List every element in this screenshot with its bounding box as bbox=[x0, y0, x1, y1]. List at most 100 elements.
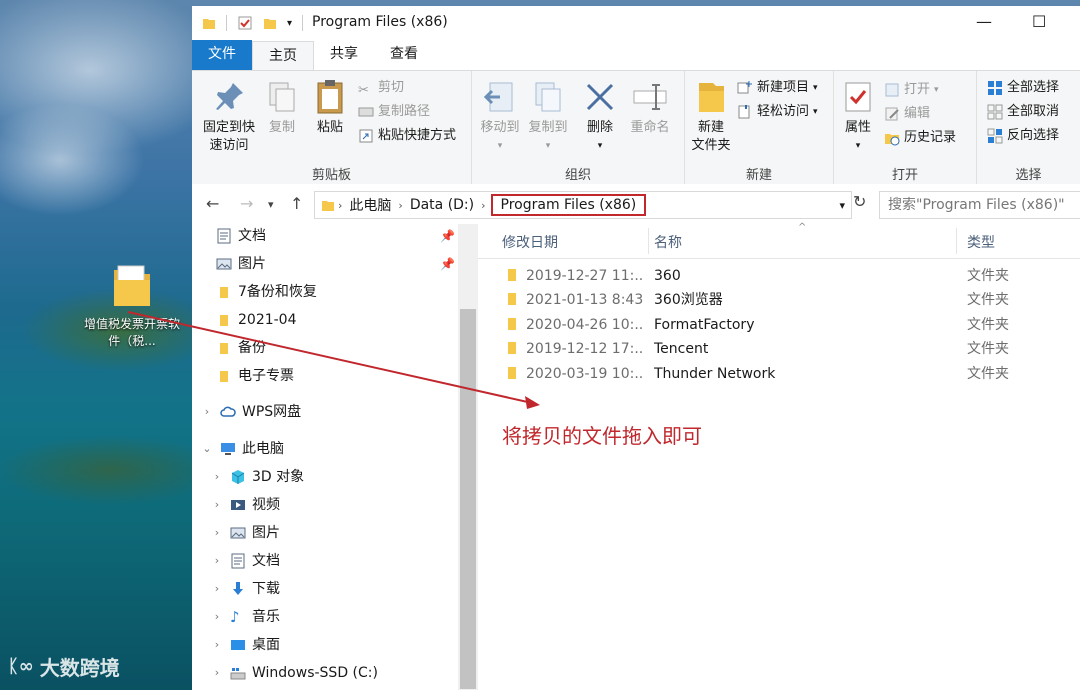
breadcrumb-chevron-icon[interactable]: › bbox=[338, 199, 342, 212]
pin-icon[interactable]: 📌 bbox=[440, 229, 455, 243]
copy-path-button[interactable]: 复制路径 bbox=[358, 101, 430, 123]
breadcrumb-data-drive[interactable]: Data (D:) bbox=[410, 197, 474, 213]
music-note-icon: ♪ bbox=[230, 608, 240, 626]
column-divider[interactable] bbox=[956, 228, 957, 254]
properties-label: 属性 bbox=[844, 120, 871, 135]
picture-icon bbox=[216, 256, 232, 272]
cloud-icon bbox=[220, 404, 236, 420]
select-all-button[interactable]: 全部选择 bbox=[987, 77, 1059, 99]
paste-button[interactable]: 粘贴 bbox=[308, 77, 352, 137]
tab-home[interactable]: 主页 bbox=[252, 41, 314, 71]
table-row[interactable]: 2020-03-19 10:... Thunder Network 文件夹 bbox=[498, 362, 1080, 386]
recent-locations-chevron-icon[interactable]: ▾ bbox=[268, 198, 274, 211]
cut-button[interactable]: ✂ 剪切 bbox=[358, 77, 404, 99]
nav-item-desktop[interactable]: › 桌面 bbox=[210, 633, 280, 657]
nav-item-e-invoice[interactable]: 电子专票 bbox=[216, 364, 294, 388]
nav-item-music[interactable]: › ♪ 音乐 bbox=[210, 605, 280, 629]
pin-to-quick-access-button[interactable]: 固定到快 速访问 bbox=[198, 77, 260, 155]
table-row[interactable]: 2021-01-13 8:43 360浏览器 文件夹 bbox=[498, 288, 1080, 312]
nav-item-3d-objects[interactable]: › 3D 对象 bbox=[210, 465, 304, 489]
qat-dropdown-icon[interactable]: ▾ bbox=[287, 18, 292, 29]
nav-item-downloads[interactable]: › 下载 bbox=[210, 577, 280, 601]
nav-label: 文档 bbox=[238, 228, 266, 244]
nav-item-windows-ssd[interactable]: › Windows-SSD (C:) bbox=[210, 661, 378, 685]
nav-scrollbar-thumb[interactable] bbox=[460, 309, 476, 689]
expand-chevron-icon[interactable]: › bbox=[210, 577, 224, 601]
tab-view[interactable]: 查看 bbox=[374, 40, 434, 70]
new-folder-button[interactable]: 新建 文件夹 bbox=[689, 77, 733, 155]
expand-chevron-icon[interactable]: › bbox=[210, 493, 224, 517]
column-header-date[interactable]: 修改日期 bbox=[502, 232, 558, 252]
collapse-chevron-icon[interactable]: ⌄ bbox=[200, 437, 214, 461]
maximize-button[interactable]: ☐ bbox=[1032, 12, 1046, 31]
breadcrumb-this-pc[interactable]: 此电脑 bbox=[349, 195, 391, 215]
search-input[interactable]: 搜索"Program Files (x86)" bbox=[879, 191, 1080, 219]
desktop-icon-label: 增值税发票开票软件（税... bbox=[84, 317, 181, 348]
address-bar[interactable]: › 此电脑 › Data (D:) › Program Files (x86) … bbox=[314, 191, 852, 219]
delete-button[interactable]: 删除 ▾ bbox=[580, 77, 620, 155]
breadcrumb-chevron-icon[interactable]: › bbox=[481, 199, 485, 212]
table-row[interactable]: 2019-12-27 11:... 360 文件夹 bbox=[498, 264, 1080, 288]
column-divider[interactable] bbox=[648, 228, 649, 254]
copy-button[interactable]: 复制 bbox=[262, 77, 302, 137]
forward-arrow-icon[interactable]: → bbox=[240, 194, 253, 213]
easy-access-button[interactable]: 轻松访问 ▾ bbox=[737, 101, 818, 123]
nav-item-videos[interactable]: › 视频 bbox=[210, 493, 280, 517]
properties-check-icon[interactable] bbox=[237, 15, 253, 31]
expand-chevron-icon[interactable]: › bbox=[210, 549, 224, 573]
properties-button[interactable]: 属性 ▾ bbox=[838, 77, 878, 155]
divider bbox=[226, 15, 227, 31]
breadcrumb-chevron-icon[interactable]: › bbox=[398, 199, 402, 212]
watermark-text: 大数跨境 bbox=[39, 656, 120, 680]
new-folder-icon[interactable] bbox=[263, 16, 277, 30]
column-header-type[interactable]: 类型 bbox=[967, 232, 995, 252]
paste-shortcut-button[interactable]: 粘贴快捷方式 bbox=[358, 125, 456, 147]
expand-chevron-icon[interactable]: › bbox=[210, 521, 224, 545]
desktop-icon-invoice-software[interactable]: 增值税发票开票软件（税... bbox=[84, 262, 180, 350]
history-button[interactable]: 历史记录 bbox=[884, 127, 956, 149]
file-type: 文件夹 bbox=[967, 341, 1009, 357]
new-item-button[interactable]: 新建项目 ▾ bbox=[737, 77, 818, 99]
computer-icon bbox=[220, 441, 236, 457]
expand-chevron-icon[interactable]: › bbox=[210, 465, 224, 489]
nav-item-2021-04[interactable]: 2021-04 bbox=[216, 308, 297, 332]
rename-button[interactable]: 重命名 bbox=[624, 77, 676, 137]
copy-to-button[interactable]: 复制到 ▾ bbox=[526, 77, 570, 155]
navigation-pane: 文档 📌 图片 📌 7备份和恢复 2021-04 备份 电子专票 › WPS网盘 bbox=[192, 224, 478, 690]
nav-label: 此电脑 bbox=[242, 441, 284, 457]
nav-item-documents[interactable]: 文档 bbox=[216, 224, 266, 248]
edit-button[interactable]: 编辑 bbox=[884, 103, 930, 125]
table-row[interactable]: 2019-12-12 17:... Tencent 文件夹 bbox=[498, 337, 1080, 361]
nav-item-pictures-pc[interactable]: › 图片 bbox=[210, 521, 280, 545]
nav-item-this-pc[interactable]: ⌄ 此电脑 bbox=[200, 437, 284, 461]
address-dropdown-icon[interactable]: ▾ bbox=[839, 199, 845, 212]
move-to-button[interactable]: 移动到 ▾ bbox=[478, 77, 522, 155]
back-arrow-icon[interactable]: ← bbox=[206, 194, 219, 213]
expand-chevron-icon[interactable]: › bbox=[210, 605, 224, 629]
open-label: 打开 bbox=[904, 82, 931, 97]
nav-item-documents-pc[interactable]: › 文档 bbox=[210, 549, 280, 573]
nav-item-backup-restore[interactable]: 7备份和恢复 bbox=[216, 280, 317, 304]
new-folder-icon bbox=[691, 77, 731, 117]
tab-share[interactable]: 共享 bbox=[314, 40, 374, 70]
nav-item-backup[interactable]: 备份 bbox=[216, 336, 266, 360]
open-button[interactable]: 打开 ▾ bbox=[884, 79, 939, 101]
pin-icon[interactable]: 📌 bbox=[440, 257, 455, 271]
select-none-button[interactable]: 全部取消 bbox=[987, 101, 1059, 123]
invert-selection-button[interactable]: 反向选择 bbox=[987, 125, 1059, 147]
nav-item-wps-cloud[interactable]: › WPS网盘 bbox=[200, 400, 301, 424]
up-arrow-icon[interactable]: ↑ bbox=[290, 194, 303, 213]
expand-chevron-icon[interactable]: › bbox=[200, 400, 214, 424]
tab-file[interactable]: 文件 bbox=[192, 40, 252, 70]
nav-scrollbar[interactable] bbox=[458, 224, 478, 690]
nav-item-pictures[interactable]: 图片 bbox=[216, 252, 266, 276]
file-date: 2021-01-13 8:43 bbox=[526, 292, 644, 308]
breadcrumb-program-files-x86[interactable]: Program Files (x86) bbox=[490, 194, 647, 216]
pin-icon bbox=[209, 77, 249, 117]
expand-chevron-icon[interactable]: › bbox=[210, 633, 224, 657]
expand-chevron-icon[interactable]: › bbox=[210, 661, 224, 685]
table-row[interactable]: 2020-04-26 10:... FormatFactory 文件夹 bbox=[498, 313, 1080, 337]
column-header-name[interactable]: 名称 bbox=[654, 232, 682, 252]
refresh-icon[interactable]: ↻ bbox=[853, 192, 866, 211]
minimize-button[interactable]: — bbox=[976, 12, 992, 31]
